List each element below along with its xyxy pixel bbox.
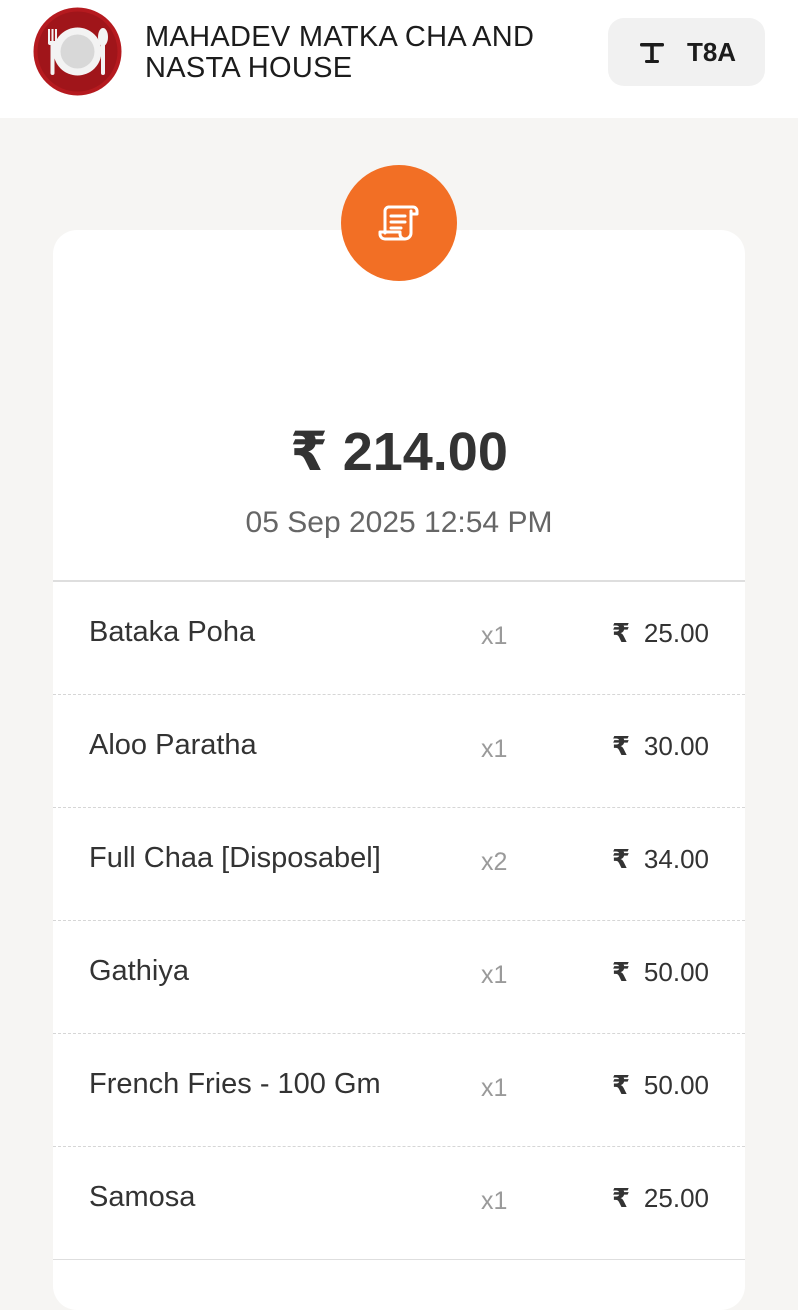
- item-quantity: x1: [481, 622, 508, 650]
- item-name: Gathiya: [89, 955, 189, 987]
- currency-symbol: ₹: [611, 618, 630, 648]
- item-price-value: 50.00: [643, 1070, 709, 1100]
- item-price: ₹50.00: [612, 957, 709, 988]
- list-item: Full Chaa [Disposabel] x2 ₹34.00: [53, 808, 745, 921]
- bill-total: ₹ 214.00: [290, 422, 508, 482]
- item-price: ₹30.00: [612, 731, 709, 762]
- bill-card: ₹ 214.00 05 Sep 2025 12:54 PM Bataka Poh…: [53, 230, 745, 1310]
- item-quantity: x1: [481, 961, 508, 989]
- item-price-value: 50.00: [643, 957, 709, 987]
- app-header: MAHADEV MATKA CHA AND NASTA HOUSE T8A: [0, 0, 798, 118]
- item-name: Bataka Poha: [89, 616, 256, 648]
- currency-symbol: ₹: [611, 1183, 630, 1213]
- item-price: ₹34.00: [612, 844, 709, 875]
- item-price: ₹25.00: [612, 1183, 709, 1214]
- item-name: French Fries - 100 Gm: [89, 1068, 381, 1100]
- restaurant-name: MAHADEV MATKA CHA AND NASTA HOUSE: [145, 21, 535, 84]
- list-item: Aloo Paratha x1 ₹30.00: [53, 695, 745, 808]
- currency-symbol: ₹: [611, 957, 630, 987]
- item-quantity: x2: [481, 848, 508, 876]
- item-name: Full Chaa [Disposabel]: [89, 842, 381, 874]
- receipt-badge: [341, 165, 457, 281]
- item-price: ₹50.00: [612, 1070, 709, 1101]
- item-price: ₹25.00: [612, 618, 709, 649]
- list-item: Bataka Poha x1 ₹25.00: [53, 582, 745, 695]
- item-price-value: 25.00: [643, 1183, 709, 1213]
- currency-symbol: ₹: [611, 1070, 630, 1100]
- item-price-value: 25.00: [643, 618, 709, 648]
- item-quantity: x1: [481, 735, 508, 763]
- table-badge[interactable]: T8A: [608, 18, 765, 86]
- item-quantity: x1: [481, 1074, 508, 1102]
- item-name: Aloo Paratha: [89, 729, 257, 761]
- item-name: Samosa: [89, 1181, 196, 1213]
- currency-symbol: ₹: [611, 731, 630, 761]
- item-price-value: 34.00: [643, 844, 709, 874]
- bill-items-list: Bataka Poha x1 ₹25.00 Aloo Paratha x1 ₹3…: [53, 582, 745, 1260]
- item-quantity: x1: [481, 1187, 508, 1215]
- plate-fork-spoon-icon: [33, 7, 122, 96]
- restaurant-logo: [33, 7, 122, 96]
- list-item: Gathiya x1 ₹50.00: [53, 921, 745, 1034]
- table-icon: [639, 43, 664, 63]
- item-price-value: 30.00: [643, 731, 709, 761]
- bill-datetime: 05 Sep 2025 12:54 PM: [245, 506, 553, 539]
- receipt-scroll-icon: [378, 205, 419, 241]
- table-number: T8A: [686, 36, 737, 67]
- currency-symbol: ₹: [611, 844, 630, 874]
- list-item: French Fries - 100 Gm x1 ₹50.00: [53, 1034, 745, 1147]
- list-item: Samosa x1 ₹25.00: [53, 1147, 745, 1260]
